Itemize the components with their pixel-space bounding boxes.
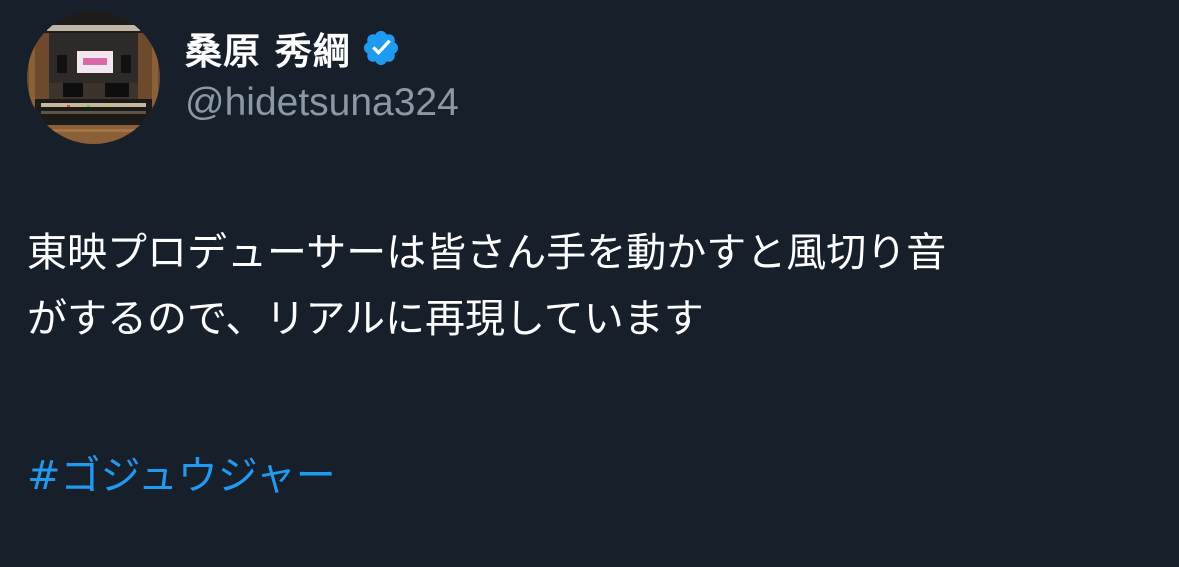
author-avatar[interactable] <box>27 11 160 144</box>
verified-badge-icon <box>361 28 401 68</box>
author-name-row: 桑原 秀綱 <box>185 22 401 74</box>
studio-avatar-image <box>27 11 160 144</box>
tweet-card: 桑原 秀綱 @hidetsuna324 東映プロデューサーは皆さん手を動かすと風… <box>0 0 1179 567</box>
author-handle[interactable]: @hidetsuna324 <box>185 79 459 127</box>
author-display-name[interactable]: 桑原 秀綱 <box>185 21 351 75</box>
tweet-text: 東映プロデューサーは皆さん手を動かすと風切り音 がするので、リアルに再現していま… <box>27 220 1157 352</box>
hashtag-link[interactable]: #ゴジュウジャー <box>27 443 336 509</box>
tweet-text-line: 東映プロデューサーは皆さん手を動かすと風切り音 <box>27 230 947 276</box>
tweet-text-line: がするので、リアルに再現しています <box>27 296 704 342</box>
